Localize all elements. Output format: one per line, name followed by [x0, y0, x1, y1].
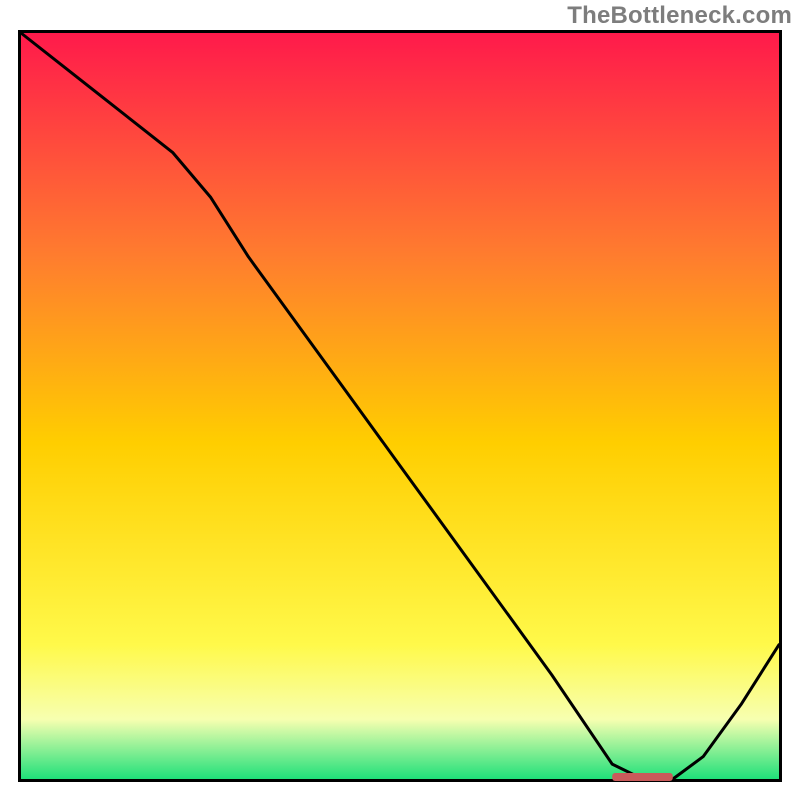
- chart-stage: TheBottleneck.com: [0, 0, 800, 800]
- chart-svg: [18, 30, 782, 782]
- gradient-background: [21, 33, 779, 779]
- chart-plot: [18, 30, 782, 782]
- watermark-text: TheBottleneck.com: [567, 2, 792, 30]
- min-marker: [612, 773, 673, 781]
